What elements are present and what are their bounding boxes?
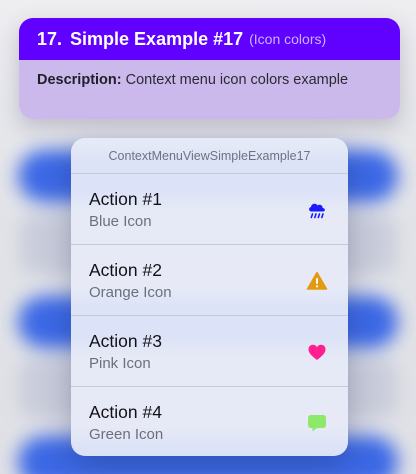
warning-triangle-icon [306,270,328,292]
menu-item-title: Action #1 [89,189,162,209]
example-description: Description: Context menu icon colors ex… [19,60,400,119]
description-text: Context menu icon colors example [121,72,349,88]
heart-icon [306,341,328,363]
menu-item-title: Action #4 [89,402,162,422]
menu-item-action-2[interactable]: Action #2 Orange Icon [71,245,348,316]
menu-item-subtitle: Orange Icon [89,284,172,301]
menu-item-action-4[interactable]: Action #4 Green Icon [71,387,348,456]
menu-item-title: Action #2 [89,260,162,280]
message-bubble-icon [306,412,328,434]
menu-item-subtitle: Pink Icon [89,355,151,372]
example-title: Simple Example #17 [70,28,244,49]
menu-item-subtitle: Blue Icon [89,213,152,230]
example-header-title-bar: 17. Simple Example #17 (Icon colors) [19,18,400,60]
example-subtitle: (Icon colors) [249,31,327,47]
example-number: 17. [37,28,63,49]
context-menu: ContextMenuViewSimpleExample17 Action #1… [71,138,348,456]
menu-item-subtitle: Green Icon [89,426,164,443]
menu-item-action-1[interactable]: Action #1 Blue Icon [71,174,348,245]
heart-shape [308,344,326,360]
context-menu-title: ContextMenuViewSimpleExample17 [71,138,348,174]
menu-item-title: Action #3 [89,331,162,351]
rain-drops [310,213,324,219]
description-label: Description: [37,72,122,88]
example-header-card: 17. Simple Example #17 (Icon colors) Des… [19,18,400,119]
message-bubble-shape [308,415,326,432]
cloud-rain-shape [309,203,325,212]
menu-item-action-3[interactable]: Action #3 Pink Icon [71,316,348,387]
cloud-rain-icon [306,199,328,221]
